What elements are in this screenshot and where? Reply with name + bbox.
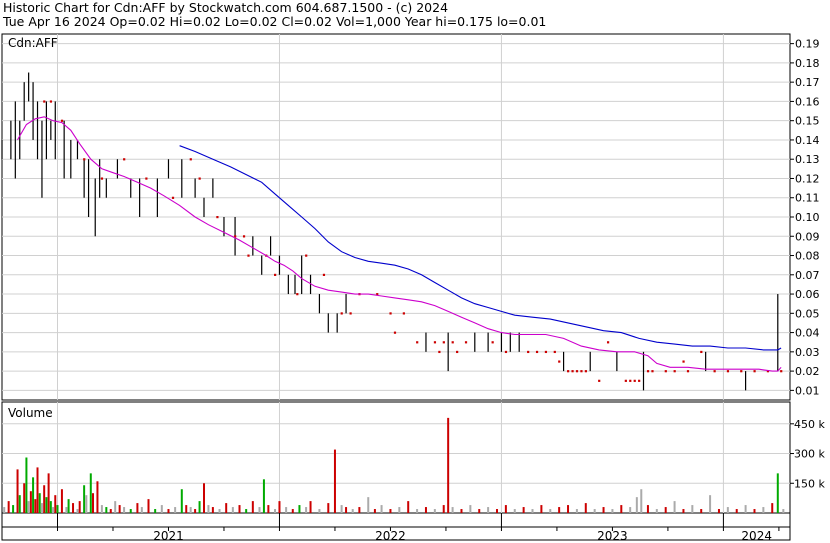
year-label: 2021 (153, 529, 184, 543)
price-tick-label: 0.10 (795, 211, 820, 224)
price-tick-label: 0.12 (795, 172, 820, 185)
price-dot (349, 312, 352, 315)
price-tick-label: 0.07 (795, 269, 820, 282)
price-dot (442, 341, 445, 344)
price-dot (198, 177, 201, 180)
price-dot (606, 341, 610, 344)
price-tick-label: 0.13 (795, 153, 820, 166)
year-label: 2023 (597, 529, 628, 543)
price-tick-label: 0.11 (795, 192, 820, 205)
price-dot (49, 100, 53, 103)
price-tick-label: 0.04 (795, 327, 820, 340)
price-tick-label: 0.15 (795, 115, 820, 128)
price-dot (83, 158, 86, 161)
price-dot (216, 216, 219, 219)
price-dot (686, 370, 690, 373)
price-dot (438, 350, 441, 354)
price-dot (100, 177, 104, 180)
price-dot (389, 312, 392, 315)
price-tick-label: 0.03 (795, 346, 820, 359)
price-dot (123, 158, 126, 161)
price-dot (780, 370, 783, 373)
price-tick-label: 0.02 (795, 365, 820, 378)
price-dot (464, 341, 468, 344)
price-dot (296, 293, 299, 296)
price-dot (624, 379, 627, 382)
price-dot (567, 370, 570, 373)
price-dot (673, 370, 676, 373)
price-dot (740, 370, 743, 373)
price-dot (646, 370, 650, 373)
price-dot (340, 312, 343, 315)
price-dot (553, 350, 556, 354)
price-dot (189, 158, 192, 161)
price-dot (651, 370, 654, 373)
price-tick-label: 0.08 (795, 250, 820, 263)
price-dot (726, 370, 730, 373)
price-tick-label: 0.16 (795, 95, 820, 108)
price-dot (558, 360, 561, 363)
price-dot (713, 370, 716, 373)
price-dot (274, 273, 277, 276)
price-tick-label: 0.09 (795, 230, 820, 243)
price-dot (60, 119, 64, 122)
price-dot (571, 370, 574, 373)
volume-panel-frame (1, 401, 791, 514)
year-label: 2022 (375, 529, 406, 543)
price-dot (322, 273, 326, 276)
price-tick-label: 0.17 (795, 76, 820, 89)
price-tick-label: 0.01 (795, 384, 820, 397)
price-dot (171, 196, 175, 199)
price-dot (753, 370, 756, 373)
price-dot (700, 350, 703, 354)
price-dot (504, 350, 508, 354)
price-dot (456, 350, 459, 354)
price-dot (664, 370, 667, 373)
price-dot (580, 370, 583, 373)
price-dot (451, 341, 454, 344)
price-tick-label: 0.19 (795, 38, 820, 51)
price-panel-title: Cdn:AFF (8, 36, 58, 50)
price-tick-label: 0.18 (795, 57, 820, 70)
price-dot (638, 379, 641, 382)
price-dot (402, 312, 405, 315)
price-tick-label: 0.05 (795, 307, 820, 320)
price-dot (535, 350, 539, 354)
volume-tick-label: 300 k (794, 448, 825, 461)
year-label: 2024 (741, 529, 772, 543)
price-dot (633, 379, 636, 382)
volume-tick-label: 450 k (794, 418, 825, 431)
price-dot (544, 350, 548, 354)
volume-panel-title: Volume (8, 406, 53, 420)
price-dot (575, 370, 579, 373)
price-dot (416, 341, 419, 344)
price-dot (247, 254, 250, 257)
stock-chart: 0.19 0.18 0.17 0.16 0.15 0.14 0.13 0.12 0.11 0.10… (1, 33, 825, 543)
price-dot (682, 360, 685, 363)
price-dot (629, 379, 632, 382)
price-dot (527, 350, 530, 354)
price-dot (598, 379, 601, 382)
price-dot (145, 177, 148, 180)
price-dot (305, 254, 308, 257)
price-dot (242, 235, 246, 238)
price-dot (433, 341, 437, 344)
price-tick-label: 0.14 (795, 134, 820, 147)
price-dot (393, 331, 397, 334)
volume-tick-label: 150 k (794, 477, 825, 490)
price-dot (584, 370, 587, 373)
price-tick-label: 0.06 (795, 288, 820, 301)
price-dot (43, 100, 46, 103)
price-dot (491, 341, 494, 344)
